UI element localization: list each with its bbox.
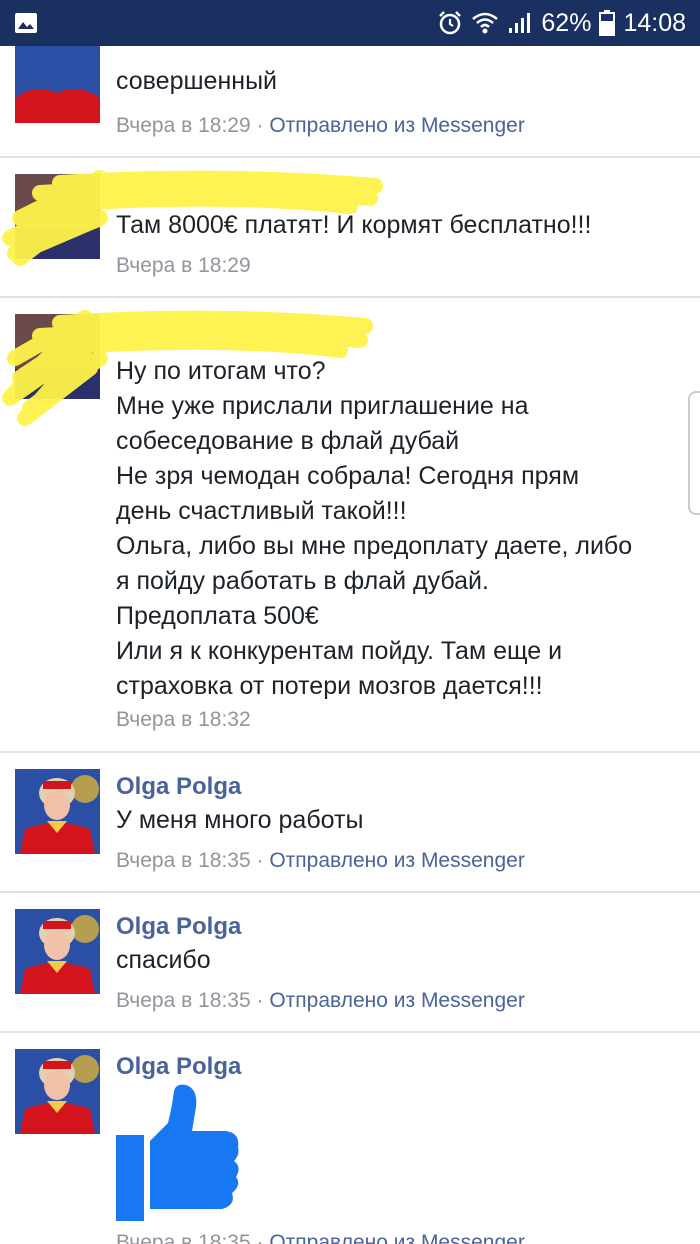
message-text: У меня много работы	[116, 806, 364, 834]
message-text: совершенный	[116, 67, 277, 95]
status-bar: 62% 14:08	[0, 0, 700, 46]
wifi-icon	[471, 11, 499, 35]
message-time: Вчера в 18:29	[116, 114, 251, 137]
avatar[interactable]	[15, 174, 100, 259]
message-text: Ну по итогам что? Мне уже прислали пригл…	[116, 357, 633, 700]
avatar[interactable]	[15, 909, 100, 994]
message-item: совершенный Вчера в 18:29 · Отправлено и…	[0, 46, 700, 158]
avatar[interactable]	[15, 1049, 100, 1134]
message-meta: Вчера в 18:29 · Отправлено из Messenger	[116, 114, 525, 138]
image-icon	[14, 12, 38, 34]
sender-name[interactable]: Olga Polga	[116, 773, 241, 801]
message-thread[interactable]: совершенный Вчера в 18:29 · Отправлено и…	[0, 46, 700, 1244]
meta-separator: ·	[250, 114, 270, 137]
signal-icon	[507, 11, 533, 35]
message-text: спасибо	[116, 946, 211, 974]
message-text: Там 8000€ платят! И кормят бесплатно!!!	[116, 211, 592, 239]
message-item: Olga Polga спасибо Вчера в 18:35 · Отпра…	[0, 893, 700, 1033]
messenger-link[interactable]: Отправлено из Messenger	[269, 989, 524, 1012]
message-item: Olga Polga У меня много работы Вчера в 1…	[0, 753, 700, 893]
message-time: Вчера в 18:29	[116, 254, 251, 277]
clock: 14:08	[623, 8, 686, 37]
sender-name[interactable]: Olga Polga	[116, 913, 241, 941]
message-item: Olga Polga Вчера в 18:35 · Отправлено из…	[0, 1033, 700, 1244]
message-meta: Вчера в 18:35 · Отправлено из Messenger	[116, 989, 525, 1013]
message-time: Вчера в 18:35	[116, 989, 251, 1012]
like-sticker-icon	[114, 1083, 244, 1228]
alarm-icon	[437, 10, 463, 36]
message-meta: Вчера в 18:35 · Отправлено из Messenger	[116, 1231, 525, 1244]
message-item: Там 8000€ платят! И кормят бесплатно!!! …	[0, 158, 700, 298]
message-meta: Вчера в 18:29	[116, 254, 251, 278]
messenger-link[interactable]: Отправлено из Messenger	[269, 114, 524, 137]
scroll-handle[interactable]	[688, 391, 700, 515]
message-meta: Вчера в 18:32	[116, 708, 251, 732]
messenger-link[interactable]: Отправлено из Messenger	[269, 849, 524, 872]
battery-level: 62%	[541, 8, 592, 37]
battery-icon	[599, 10, 616, 36]
message-item: Ну по итогам что? Мне уже прислали пригл…	[0, 298, 700, 753]
message-time: Вчера в 18:35	[116, 849, 251, 872]
sender-name[interactable]: Olga Polga	[116, 1053, 241, 1081]
meta-separator: ·	[250, 849, 270, 872]
avatar[interactable]	[15, 46, 100, 123]
messenger-link[interactable]: Отправлено из Messenger	[269, 1231, 524, 1244]
avatar[interactable]	[15, 769, 100, 854]
message-time: Вчера в 18:35	[116, 1231, 251, 1244]
message-time: Вчера в 18:32	[116, 708, 251, 731]
message-meta: Вчера в 18:35 · Отправлено из Messenger	[116, 849, 525, 873]
meta-separator: ·	[250, 989, 270, 1012]
meta-separator: ·	[250, 1231, 270, 1244]
avatar[interactable]	[15, 314, 100, 399]
